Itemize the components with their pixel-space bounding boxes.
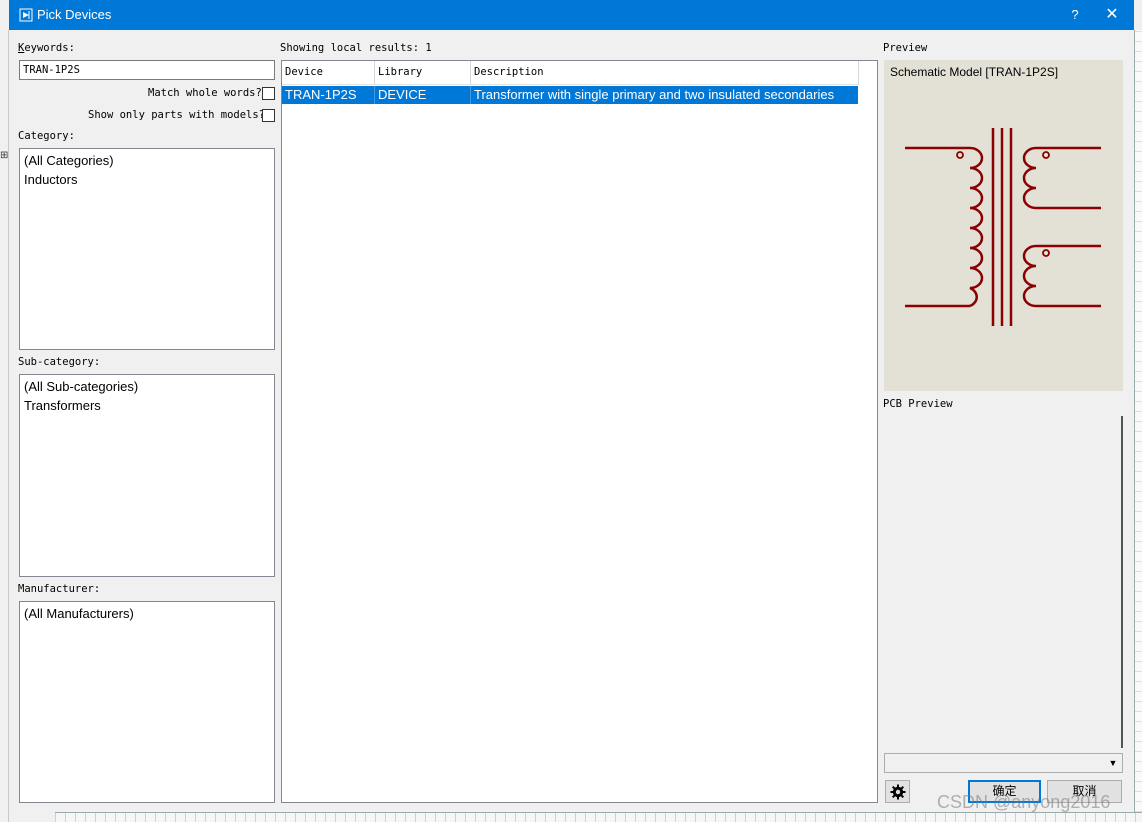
subcategory-item[interactable]: Transformers: [24, 396, 270, 415]
window-title: Pick Devices: [37, 7, 112, 22]
category-label: Category:: [18, 130, 75, 142]
category-item[interactable]: (All Categories): [24, 151, 270, 170]
app-icon: [19, 8, 33, 22]
results-table[interactable]: Device Library Description TRAN-1P2S DEV…: [281, 60, 878, 803]
results-status: Showing local results: 1: [280, 42, 432, 54]
close-button[interactable]: ✕: [1097, 4, 1127, 26]
match-whole-words-label: Match whole words?: [148, 87, 262, 99]
schematic-preview: Schematic Model [TRAN-1P2S]: [884, 60, 1123, 391]
settings-button[interactable]: [885, 780, 910, 803]
subcategory-item[interactable]: (All Sub-categories): [24, 377, 270, 396]
category-item[interactable]: Inductors: [24, 170, 270, 189]
package-select[interactable]: ▼: [884, 753, 1123, 773]
background-app-glyph: ⊞: [0, 150, 9, 161]
column-header-description[interactable]: Description: [471, 61, 859, 85]
pcb-preview-label: PCB Preview: [883, 398, 953, 410]
chevron-down-icon: ▼: [1108, 758, 1118, 768]
gear-icon: [890, 784, 906, 800]
keywords-label: Keywords:: [18, 42, 75, 54]
manufacturer-label: Manufacturer:: [18, 583, 101, 595]
manufacturer-list[interactable]: (All Manufacturers): [19, 601, 275, 803]
manufacturer-item[interactable]: (All Manufacturers): [24, 604, 270, 623]
subcategory-list[interactable]: (All Sub-categories) Transformers: [19, 374, 275, 577]
pcb-preview: [884, 416, 1123, 748]
background-app-strip-bottom: [55, 812, 1142, 822]
keywords-input[interactable]: TRAN-1P2S: [19, 60, 275, 80]
help-button[interactable]: ?: [1057, 4, 1093, 26]
keywords-label-text: eywords:: [24, 42, 75, 54]
column-header-library[interactable]: Library: [375, 61, 471, 85]
cell-description: Transformer with single primary and two …: [474, 87, 835, 102]
cell-library: DEVICE: [375, 86, 471, 104]
background-app-strip-right: [1134, 30, 1142, 822]
title-bar[interactable]: Pick Devices ? ✕: [9, 0, 1134, 30]
preview-label: Preview: [883, 42, 928, 54]
pick-devices-dialog: Keywords: TRAN-1P2S Match whole words? S…: [9, 30, 1134, 812]
table-row[interactable]: TRAN-1P2S DEVICE Transformer with single…: [282, 86, 858, 104]
cell-device: TRAN-1P2S: [282, 86, 375, 104]
category-list[interactable]: (All Categories) Inductors: [19, 148, 275, 350]
watermark: CSDN @anyong2016: [937, 792, 1111, 812]
column-header-device[interactable]: Device: [282, 61, 375, 85]
match-whole-words-checkbox[interactable]: [262, 87, 275, 100]
transformer-symbol: [905, 128, 1101, 326]
show-only-models-checkbox[interactable]: [262, 109, 275, 122]
subcategory-label: Sub-category:: [18, 356, 101, 368]
show-only-models-label: Show only parts with models?: [88, 109, 266, 121]
background-app-strip-left: [0, 30, 9, 822]
